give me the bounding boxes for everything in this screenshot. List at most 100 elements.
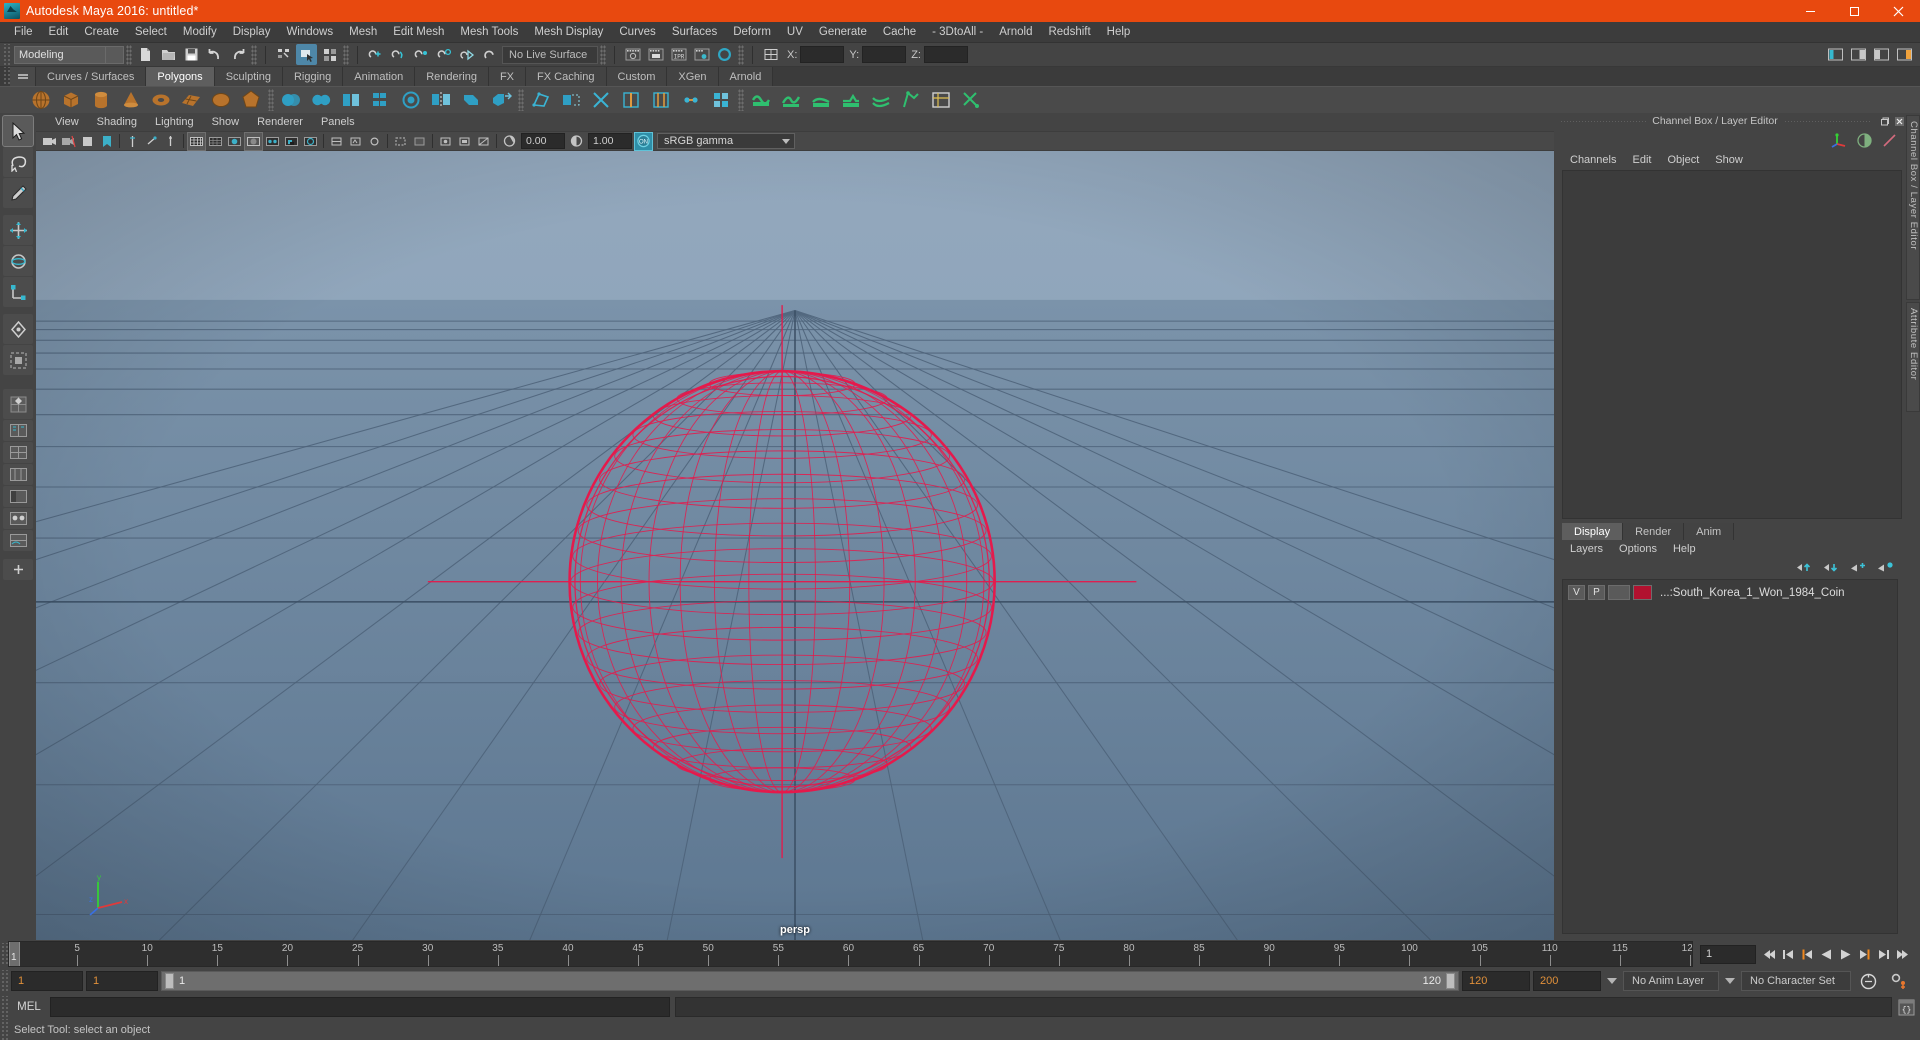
command-language-label[interactable]: MEL [8,1001,50,1013]
menu-deform[interactable]: Deform [725,22,779,43]
image-plane-icon[interactable] [124,133,141,150]
scale-tool-icon[interactable] [3,277,33,307]
menu-surfaces[interactable]: Surfaces [664,22,725,43]
menu-display[interactable]: Display [225,22,279,43]
go-to-start-icon[interactable] [1760,944,1779,964]
new-scene-icon[interactable] [135,44,156,65]
menu-edit[interactable]: Edit [41,22,77,43]
command-line-grip[interactable] [0,996,8,1018]
undo-icon[interactable] [204,44,225,65]
sculpt-green-2-icon[interactable] [777,87,805,113]
create-polygon-tool-icon[interactable] [527,87,555,113]
soft-select-icon[interactable] [3,345,33,375]
viewport-menu-shading[interactable]: Shading [88,113,146,131]
render-current-frame-icon[interactable] [622,44,643,65]
toolbar-grip[interactable] [2,43,10,66]
save-scene-icon[interactable] [181,44,202,65]
shelf-tab-xgen[interactable]: XGen [667,67,719,86]
time-slider-grip[interactable] [0,943,8,965]
auto-keyframe-toggle-icon[interactable] [1857,970,1879,992]
polygon-cylinder-icon[interactable] [87,87,115,113]
bevel-icon[interactable] [457,87,485,113]
sculpt-green-1-icon[interactable] [747,87,775,113]
extract-icon[interactable] [337,87,365,113]
layer-tab-display[interactable]: Display [1562,523,1624,540]
step-back-frame-icon[interactable] [1798,944,1817,964]
menu-edit-mesh[interactable]: Edit Mesh [385,22,452,43]
range-slider-right-handle[interactable] [1446,973,1455,989]
gamma-icon[interactable] [568,133,585,150]
exposure-icon[interactable] [501,133,518,150]
two-d-pan-zoom-icon[interactable] [143,133,160,150]
snap-projected-center-icon[interactable] [434,44,455,65]
time-slider-cursor[interactable]: 1 [9,942,20,966]
outliner-persp-layout-icon[interactable] [3,486,33,507]
layer-menu-options[interactable]: Options [1611,540,1665,557]
menuset-selector[interactable]: Modeling [14,45,124,64]
view-cube-layout-icon[interactable] [3,389,33,419]
viewport-menu-view[interactable]: View [46,113,88,131]
anim-layer-dropdown-arrow[interactable] [1607,978,1617,984]
snap-view-plane-icon[interactable] [457,44,478,65]
live-surface-field[interactable]: No Live Surface [502,45,598,64]
multi-cut-tool-icon[interactable] [587,87,615,113]
select-camera-icon[interactable] [41,133,58,150]
target-weld-icon[interactable] [677,87,705,113]
playback-start-time-field[interactable]: 1 [86,971,158,991]
separate-icon[interactable] [307,87,335,113]
animation-preferences-icon[interactable] [1888,970,1910,992]
menu-uv[interactable]: UV [779,22,811,43]
dock-float-button[interactable] [1878,115,1891,128]
viewport-menu-lighting[interactable]: Lighting [146,113,203,131]
command-input-field[interactable] [50,997,670,1017]
shaded-mode-icon[interactable] [226,133,243,150]
3d-viewport[interactable]: y x z persp [36,151,1554,940]
help-line-grip[interactable] [0,1019,8,1040]
viewport-menu-show[interactable]: Show [203,113,249,131]
redo-icon[interactable] [227,44,248,65]
menu-redshift[interactable]: Redshift [1040,22,1098,43]
textured-mode-icon[interactable] [244,131,263,151]
menu-mesh[interactable]: Mesh [341,22,385,43]
channelbox-menu-edit[interactable]: Edit [1624,151,1659,168]
smooth-icon[interactable] [397,87,425,113]
select-hierarchy-icon[interactable] [273,44,294,65]
speed-toggle-icon[interactable] [1856,132,1873,149]
show-hide-attribute-editor-icon[interactable] [1848,44,1869,65]
uv-editor-icon[interactable] [897,87,925,113]
menu-generate[interactable]: Generate [811,22,875,43]
shelf-tab-rendering[interactable]: Rendering [415,67,489,86]
channelbox-menu-object[interactable]: Object [1659,151,1707,168]
ipr-render-icon[interactable]: IPR [668,44,689,65]
shelf-tab-fx[interactable]: FX [488,67,527,86]
depth-of-field-icon[interactable] [366,133,383,150]
playback-end-time-field[interactable]: 120 [1462,971,1530,991]
shelf-grip[interactable] [2,67,10,86]
select-tool-icon[interactable] [2,115,34,147]
close-button[interactable] [1876,0,1920,22]
extrude-icon[interactable] [487,87,515,113]
four-pane-layout-icon[interactable] [3,464,33,485]
shelf-tab-polygons[interactable]: Polygons [146,67,215,86]
move-layer-down-icon[interactable] [1823,561,1840,574]
uv-snapshot-icon[interactable] [927,87,955,113]
add-pane-icon[interactable] [3,559,33,580]
dock-close-button[interactable] [1893,115,1906,128]
menu-cache[interactable]: Cache [875,22,924,43]
combine-icon[interactable] [277,87,305,113]
open-scene-icon[interactable] [158,44,179,65]
persp-graph-layout-icon[interactable] [3,530,33,551]
layer-color-swatch[interactable] [1633,585,1652,600]
menu-mesh-display[interactable]: Mesh Display [526,22,611,43]
bookmark-icon[interactable] [98,133,115,150]
menu-arnold[interactable]: Arnold [991,22,1040,43]
layer-tab-anim[interactable]: Anim [1684,523,1735,540]
vertical-tab-channel-box[interactable]: Channel Box / Layer Editor [1906,115,1920,300]
lasso-tool-icon[interactable] [3,147,33,177]
viewport-menu-panels[interactable]: Panels [312,113,364,131]
layer-shading-toggle[interactable] [1608,585,1630,600]
color-management-combo[interactable]: sRGB gamma [657,133,795,149]
layer-menu-layers[interactable]: Layers [1562,540,1611,557]
polygon-plane-icon[interactable] [177,87,205,113]
menu-windows[interactable]: Windows [278,22,341,43]
